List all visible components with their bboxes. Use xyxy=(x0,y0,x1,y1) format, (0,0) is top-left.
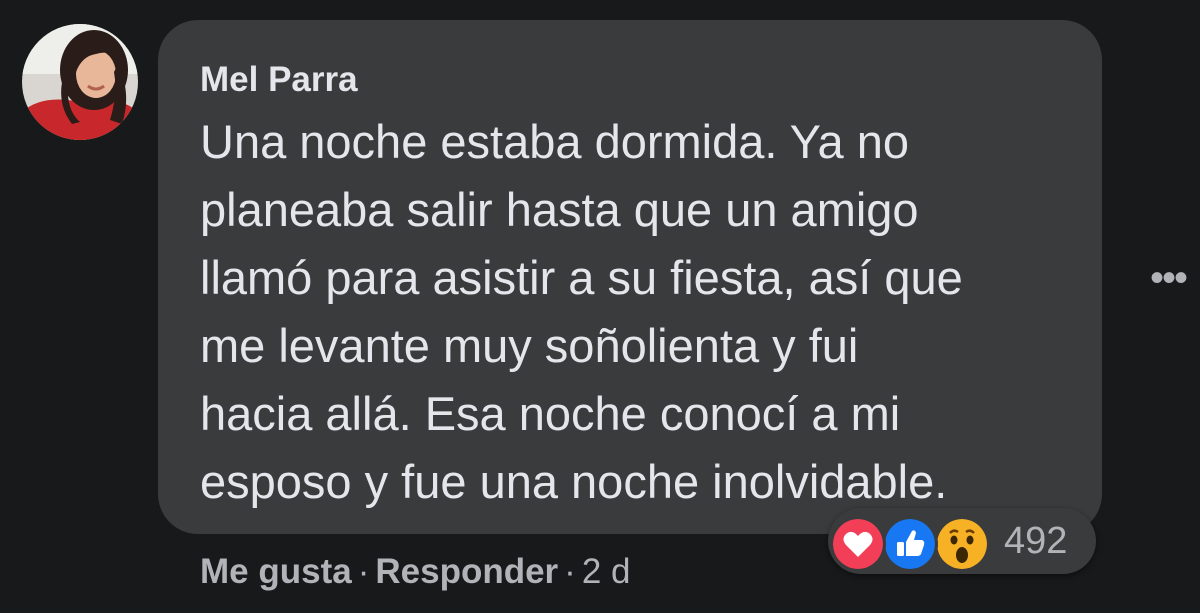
separator: · xyxy=(357,552,370,591)
author-name[interactable]: Mel Parra xyxy=(200,58,358,102)
comment-stage: Mel Parra Una noche estaba dormida. Ya n… xyxy=(0,0,1200,613)
comment-text: Una noche estaba dormida. Ya no planeaba… xyxy=(200,108,1080,516)
more-options-icon[interactable]: ••• xyxy=(1140,258,1196,298)
comment-text-line: Una noche estaba dormida. Ya no xyxy=(200,115,909,168)
reply-button[interactable]: Responder xyxy=(375,552,558,591)
comment-text-line: planeaba salir hasta que un amigo xyxy=(200,183,919,236)
like-button[interactable]: Me gusta xyxy=(200,552,352,591)
comment-text-line: me levante muy soñolienta y fui xyxy=(200,319,859,372)
separator: · xyxy=(564,552,576,591)
like-icon xyxy=(882,516,938,572)
avatar[interactable] xyxy=(22,24,138,140)
wow-icon xyxy=(934,516,990,572)
love-icon xyxy=(830,516,886,572)
timestamp[interactable]: 2 d xyxy=(582,552,631,591)
comment-actions: Me gusta · Responder · 2 d xyxy=(200,548,630,596)
comment-text-line: esposo y fue una noche inolvidable. xyxy=(200,455,948,508)
comment-text-line: hacia allá. Esa noche conocí a mi xyxy=(200,387,901,440)
comment-bubble: Mel Parra Una noche estaba dormida. Ya n… xyxy=(158,20,1102,534)
comment-text-line: llamó para asistir a su fiesta, así que xyxy=(200,251,963,304)
reactions-summary[interactable]: 492 xyxy=(828,508,1096,574)
avatar-image xyxy=(22,24,138,140)
reaction-count: 492 xyxy=(1004,520,1068,562)
